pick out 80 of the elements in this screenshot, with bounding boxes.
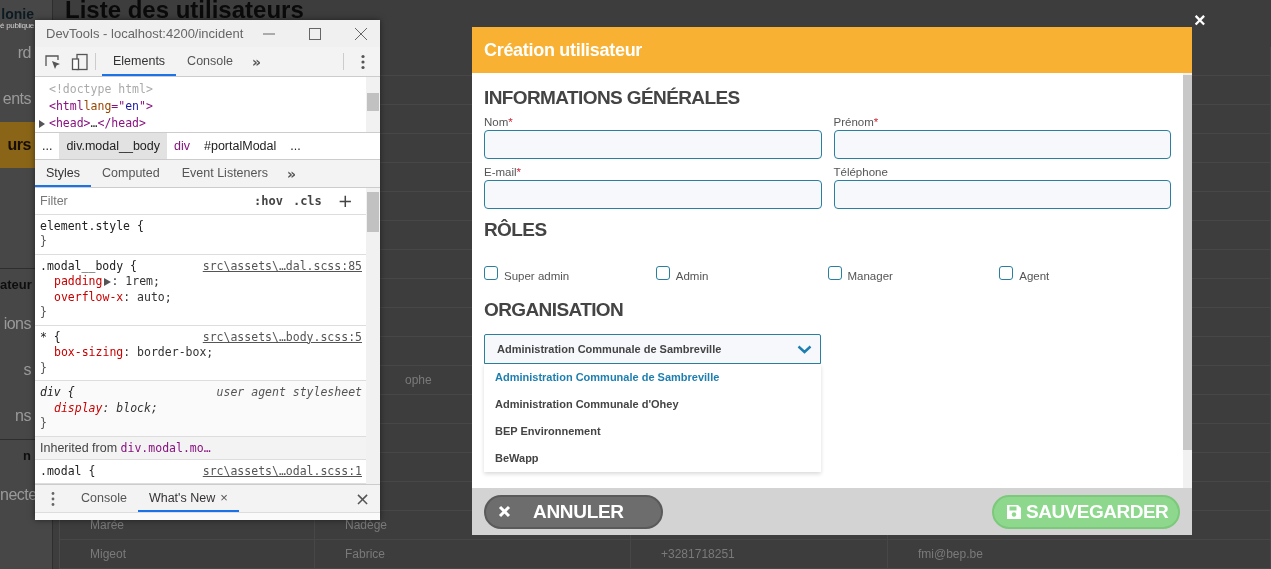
section-heading: RÔLES — [484, 218, 548, 242]
cancel-button[interactable]: ANNULER — [484, 494, 663, 529]
field-label: Prénom* — [833, 115, 880, 129]
section-heading: ORGANISATION — [484, 298, 625, 322]
closing-brace: } — [40, 305, 47, 319]
logo-subtitle: é publique — [0, 21, 34, 30]
breadcrumb-item[interactable]: ... — [283, 133, 308, 159]
table-cell: Migeot — [60, 540, 315, 569]
sidebar-item[interactable]: urs — [0, 122, 35, 168]
input-field[interactable] — [833, 180, 1171, 209]
window-title: DevTools - localhost:4200/incident — [46, 26, 244, 41]
css-selector: .modal__body { — [40, 258, 137, 274]
css-property[interactable]: display: block; — [40, 400, 362, 416]
breadcrumb-item[interactable]: ... — [35, 133, 60, 159]
css-selector: div { — [40, 385, 75, 401]
source-link[interactable]: src\assets\…body.scss:5 — [202, 329, 362, 345]
styles-tab[interactable]: Styles — [35, 160, 92, 187]
field-label: Téléphone — [833, 165, 889, 179]
checkbox[interactable] — [827, 266, 842, 280]
scrollbar[interactable] — [1183, 73, 1192, 488]
source-link[interactable]: src\assets\…dal.scss:85 — [202, 258, 362, 274]
table-cell: +3281718251 — [631, 540, 888, 569]
field-label: E-mail* — [484, 165, 523, 179]
chevron-down-icon — [797, 344, 812, 354]
checkbox[interactable] — [655, 266, 670, 280]
close-icon — [498, 505, 511, 518]
sidebar-heading: n — [22, 447, 32, 465]
dropdown-option[interactable]: BeWapp — [484, 445, 821, 472]
expand-triangle-icon[interactable] — [104, 277, 112, 286]
inspect-icon[interactable] — [44, 52, 62, 71]
dropdown-option[interactable]: BEP Environnement — [484, 418, 821, 445]
more-tabs[interactable]: » — [244, 47, 270, 76]
checkbox-label: Admin — [675, 270, 709, 282]
breadcrumb-item[interactable]: div.modal__body — [59, 133, 167, 159]
checkbox[interactable] — [999, 266, 1014, 280]
scrollbar[interactable] — [366, 77, 380, 132]
breadcrumb-item[interactable]: #portalModal — [197, 133, 284, 159]
class-toggle[interactable]: .cls — [292, 193, 322, 208]
table-cell: Fabrice — [315, 540, 631, 569]
checkbox-label: Manager — [847, 270, 893, 282]
closing-brace: } — [40, 234, 47, 248]
css-property[interactable]: overflow-x: auto; — [40, 289, 362, 305]
dom-line[interactable]: <htmllang="en"> — [49, 98, 366, 115]
section-heading: INFORMATIONS GÉNÉRALES — [484, 86, 741, 110]
devtools-tab[interactable]: Console — [176, 47, 244, 76]
sidebar-heading: ateur — [0, 276, 33, 294]
close-drawer-button[interactable]: × — [344, 485, 380, 512]
checkbox-label: Agent — [1019, 270, 1050, 282]
close-button[interactable]: × — [1194, 9, 1206, 32]
closing-brace: } — [40, 416, 47, 430]
input-field[interactable] — [484, 180, 822, 209]
source-link[interactable]: src\assets\…odal.scss:1 — [202, 463, 362, 479]
closing-brace: } — [40, 360, 47, 375]
dom-line[interactable]: <head>…</head> — [49, 115, 366, 132]
css-property[interactable]: box-sizing: border-box; — [40, 345, 362, 361]
logo-text: lonie — [1, 7, 34, 21]
styles-tab[interactable]: Event Listeners — [170, 160, 279, 187]
new-rule-button[interactable]: + — [337, 190, 353, 212]
breadcrumb-item[interactable]: div — [167, 133, 197, 159]
inherited-label: Inherited from div.modal.mo… — [35, 436, 366, 460]
styles-tab[interactable]: Computed — [91, 160, 171, 187]
checkbox[interactable] — [484, 266, 498, 280]
scrollbar[interactable] — [366, 188, 380, 484]
css-selector: * { — [40, 329, 61, 345]
checkbox-label: Super admin — [504, 270, 570, 282]
expand-triangle-icon[interactable] — [38, 119, 46, 128]
field-label: Nom* — [484, 115, 514, 129]
css-property[interactable]: padding : 1rem; — [40, 274, 362, 290]
input-field[interactable] — [833, 130, 1171, 159]
device-icon[interactable] — [71, 52, 89, 71]
input-field[interactable] — [484, 130, 822, 159]
devtools-tab[interactable]: Elements — [102, 47, 177, 76]
drawer-tab[interactable]: Console — [70, 485, 138, 512]
css-selector: element.style { — [40, 218, 144, 234]
table-cell: fmi@bep.be — [888, 540, 1271, 569]
modal-title: Création utilisateur — [484, 39, 643, 61]
hover-state-toggle[interactable]: :hov — [254, 193, 283, 208]
organisation-select[interactable]: Administration Communale de Sambreville — [484, 334, 821, 364]
css-selector: .modal { — [40, 463, 96, 479]
more-tabs[interactable]: » — [278, 160, 304, 187]
